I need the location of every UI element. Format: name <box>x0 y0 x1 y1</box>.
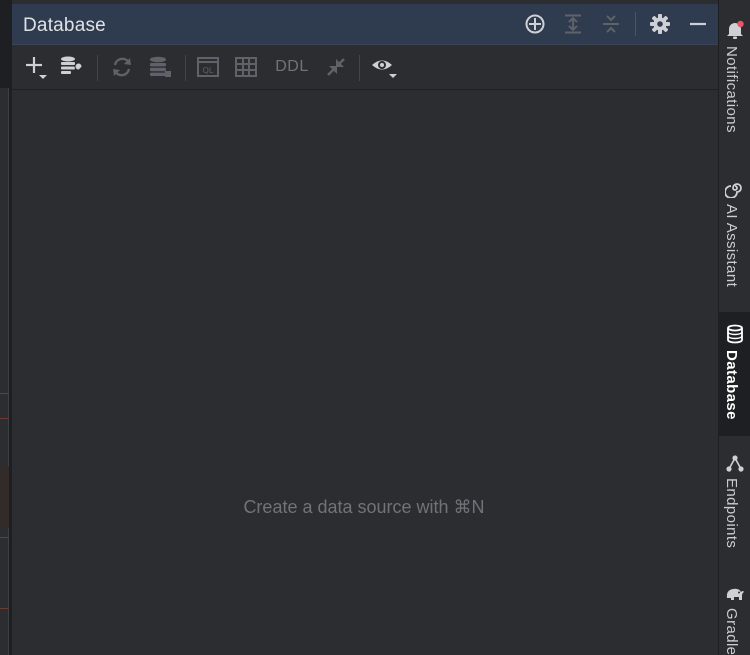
gradle-elephant-icon <box>725 584 745 604</box>
database-schema-button[interactable] <box>145 53 175 81</box>
tool-ai-assistant[interactable]: AI Assistant <box>719 170 750 305</box>
editor-edge <box>0 0 12 655</box>
collapse-all-icon[interactable] <box>597 10 625 38</box>
ide-window: Database QL DDL Create a data source wit… <box>0 0 750 655</box>
toolbar-separator <box>185 55 186 81</box>
tool-endpoints[interactable]: Endpoints <box>719 446 750 568</box>
add-icon <box>26 57 47 79</box>
tool-notifications[interactable]: Notifications <box>719 10 750 160</box>
endpoints-icon <box>725 454 745 474</box>
tool-window-title: Database <box>23 15 106 36</box>
jump-to-source-icon <box>327 58 345 76</box>
data-source-properties-button[interactable] <box>57 53 87 81</box>
query-console-icon: QL <box>197 57 219 77</box>
refresh-icon <box>113 57 131 77</box>
database-explorer-tree[interactable]: Create a data source with ⌘N <box>12 90 718 655</box>
data-source-properties-icon <box>61 56 83 77</box>
database-icon <box>725 324 745 344</box>
ddl-button[interactable]: DDL <box>271 53 313 81</box>
empty-state-message: Create a data source with ⌘N <box>243 497 485 517</box>
notification-badge <box>737 20 744 28</box>
tool-label: Database <box>723 350 740 420</box>
view-options-icon <box>372 60 397 78</box>
add-data-source-button[interactable] <box>21 53 51 81</box>
editor-gutter <box>0 88 9 655</box>
minimize-icon[interactable] <box>684 10 712 38</box>
tool-label: Gradle <box>723 608 740 655</box>
toolbar-separator <box>359 55 360 81</box>
table-view-icon <box>235 57 257 77</box>
tool-window-header: Database <box>12 4 718 45</box>
view-options-button[interactable] <box>369 53 399 81</box>
query-console-button[interactable]: QL <box>193 53 223 81</box>
expand-all-icon[interactable] <box>559 10 587 38</box>
gear-icon[interactable] <box>646 10 674 38</box>
tool-label: AI Assistant <box>723 204 740 288</box>
tool-gradle[interactable]: Gradle <box>719 578 750 655</box>
right-tool-strip: Notifications AI Assistant Database Endp… <box>718 0 750 655</box>
header-separator <box>635 12 636 36</box>
database-toolbar: QL DDL <box>12 45 718 90</box>
refresh-button[interactable] <box>107 53 137 81</box>
toolbar-separator <box>97 55 98 81</box>
gutter-marker <box>0 537 9 538</box>
gutter-marker <box>0 393 9 394</box>
database-tool-window: Database QL DDL Create a data source wit… <box>12 4 718 655</box>
ai-spiral-icon <box>725 178 745 198</box>
database-schema-icon <box>150 56 171 77</box>
gutter-marker <box>0 418 9 419</box>
gutter-highlight <box>0 466 9 528</box>
tool-label: Notifications <box>723 46 740 133</box>
tool-label: Endpoints <box>723 478 740 549</box>
jump-to-source-button[interactable] <box>321 53 351 81</box>
table-view-button[interactable] <box>231 53 261 81</box>
gutter-marker <box>0 608 9 609</box>
svg-text:QL: QL <box>203 66 214 75</box>
locate-icon[interactable] <box>521 10 549 38</box>
bell-icon <box>725 20 745 40</box>
tool-database[interactable]: Database <box>719 312 750 436</box>
